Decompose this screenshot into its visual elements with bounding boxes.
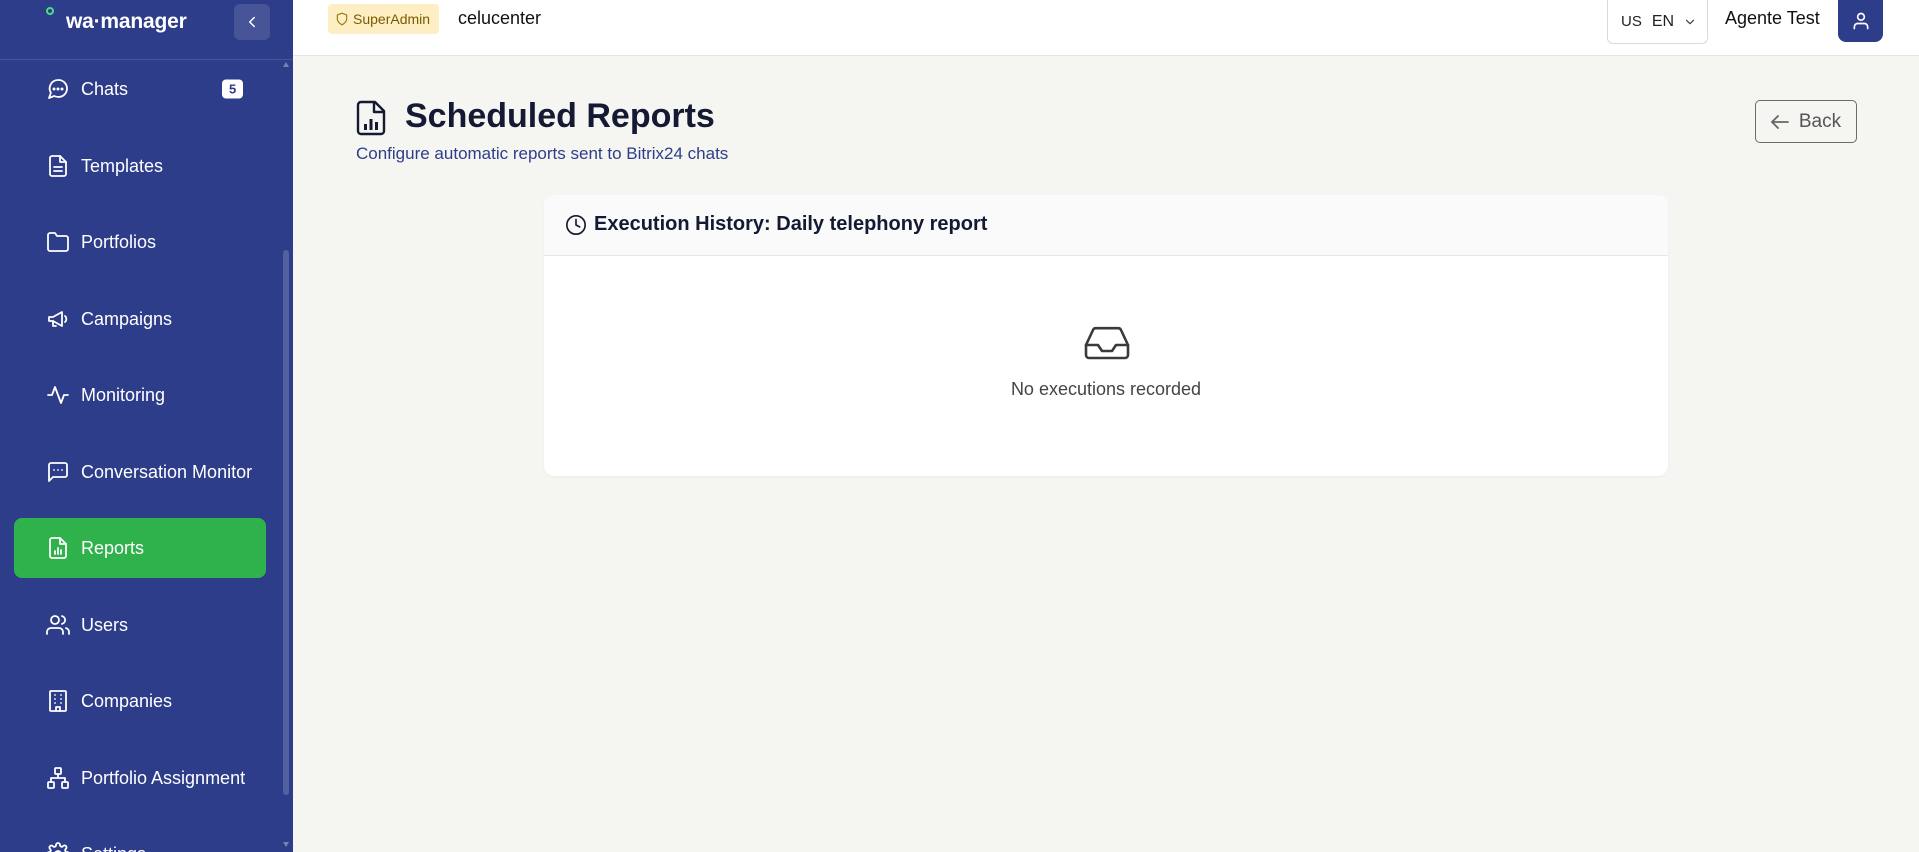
report-icon — [356, 100, 386, 136]
sidebar-item-campaigns[interactable]: Campaigns — [14, 289, 266, 349]
network-icon — [46, 766, 70, 790]
back-button[interactable]: Back — [1755, 100, 1857, 143]
card-title: Execution History: Daily telephony repor… — [594, 213, 988, 235]
inbox-icon — [1084, 326, 1130, 360]
collapse-sidebar-button[interactable] — [234, 4, 270, 40]
sidebar-item-label: Settings — [81, 844, 146, 852]
sidebar-item-users[interactable]: Users — [14, 595, 266, 655]
folder-icon — [46, 230, 70, 254]
sidebar-item-chats[interactable]: Chats 5 — [14, 59, 266, 119]
clock-icon — [566, 215, 586, 235]
user-name: Agente Test — [1725, 8, 1820, 28]
unread-count-badge: 5 — [222, 79, 244, 99]
sidebar-item-label: Portfolio Assignment — [81, 767, 246, 788]
card-header: Execution History: Daily telephony repor… — [544, 195, 1668, 256]
logo-status-dot — [46, 7, 54, 15]
sidebar-item-label: Users — [81, 614, 129, 635]
user-menu-button[interactable] — [1838, 0, 1883, 42]
company-name: celucenter — [458, 8, 542, 28]
sidebar-item-label: Conversation Monitor — [81, 461, 253, 482]
report-icon — [46, 536, 70, 560]
users-icon — [46, 613, 70, 637]
sidebar-item-reports[interactable]: Reports — [14, 518, 266, 578]
back-label: Back — [1798, 110, 1842, 132]
sidebar-scroll-thumb[interactable] — [283, 250, 289, 795]
arrow-left-icon — [1770, 114, 1789, 129]
sidebar-item-label: Monitoring — [81, 384, 166, 405]
sidebar-item-label: Campaigns — [81, 308, 173, 329]
sidebar-item-monitoring[interactable]: Monitoring — [14, 365, 266, 425]
sidebar-item-templates[interactable]: Templates — [14, 136, 266, 196]
scroll-up-arrow[interactable] — [283, 62, 289, 67]
chevron-left-icon — [249, 16, 255, 28]
language-code: EN — [1651, 12, 1675, 30]
sidebar-item-label: Companies — [81, 690, 173, 711]
sidebar-item-label: Chats — [81, 78, 129, 99]
page-subtitle: Configure automatic reports sent to Bitr… — [356, 144, 729, 163]
sidebar-item-portfolio-assignment[interactable]: Portfolio Assignment — [14, 748, 266, 808]
sidebar: wa·manager Chats 5 Templates Portfolios … — [0, 0, 293, 852]
top-bar: SuperAdmin celucenter US EN Agente Test — [293, 0, 1919, 56]
message-square-icon — [46, 460, 70, 484]
sidebar-item-label: Portfolios — [81, 231, 157, 252]
user-icon — [1853, 12, 1868, 30]
building-icon — [46, 689, 70, 713]
sidebar-item-conversation-monitor[interactable]: Conversation Monitor — [14, 442, 266, 502]
language-selector[interactable]: US EN — [1607, 0, 1708, 44]
sidebar-header: wa·manager — [0, 0, 293, 60]
sidebar-item-settings[interactable]: Settings — [14, 824, 266, 852]
chevron-down-icon — [1685, 19, 1695, 24]
settings-icon — [46, 842, 70, 852]
shield-icon — [336, 12, 348, 26]
sidebar-item-portfolios[interactable]: Portfolios — [14, 212, 266, 272]
sidebar-item-companies[interactable]: Companies — [14, 671, 266, 731]
document-icon — [46, 154, 70, 178]
role-label: SuperAdmin — [353, 11, 431, 27]
megaphone-icon — [46, 307, 70, 331]
activity-icon — [46, 383, 70, 407]
execution-history-card: Execution History: Daily telephony repor… — [544, 195, 1668, 476]
page-title: Scheduled Reports — [405, 97, 715, 135]
sidebar-item-label: Templates — [81, 155, 164, 176]
empty-state-message: No executions recorded — [1010, 379, 1202, 399]
sidebar-item-label: Reports — [81, 537, 145, 558]
chat-icon — [46, 77, 70, 101]
scroll-down-arrow[interactable] — [283, 842, 289, 847]
us-flag-icon: US — [1621, 13, 1642, 30]
app-logo: wa·manager — [66, 10, 187, 33]
role-badge: SuperAdmin — [328, 4, 440, 34]
